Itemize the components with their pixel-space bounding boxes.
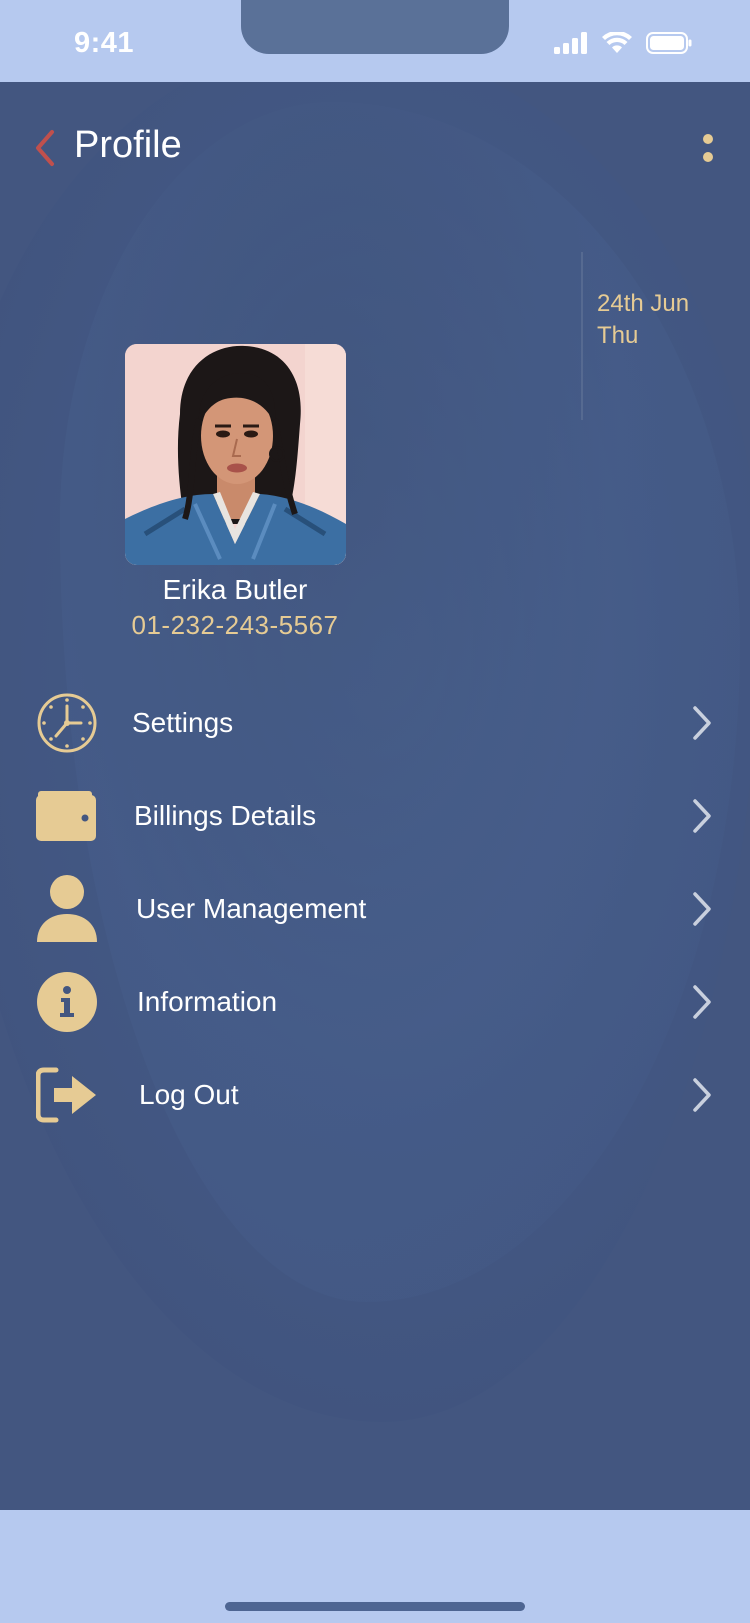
- more-options-icon[interactable]: [696, 130, 720, 166]
- menu-label: Log Out: [139, 1078, 239, 1110]
- logout-icon: [36, 1064, 98, 1126]
- chevron-right-icon: [693, 798, 711, 833]
- user-name: Erika Butler: [162, 574, 308, 605]
- status-icons: [554, 32, 692, 54]
- chevron-right-icon: [693, 891, 711, 926]
- clock-icon: [36, 692, 98, 754]
- menu-item-settings[interactable]: Settings: [0, 676, 750, 769]
- wallet-icon: [36, 785, 98, 847]
- info-icon: [36, 971, 98, 1033]
- menu-label: Billings Details: [134, 799, 317, 831]
- avatar[interactable]: [125, 344, 346, 565]
- wifi-icon: [602, 32, 632, 53]
- chevron-right-icon: [693, 1077, 711, 1112]
- date-day: 24th Jun: [597, 290, 690, 317]
- page-title: Profile: [74, 124, 182, 166]
- home-indicator[interactable]: [225, 1602, 525, 1611]
- app-screen: Profile 24th Jun Thu Erika Butler 01-232…: [0, 82, 750, 1510]
- signal-icon: [554, 32, 587, 54]
- menu-label: Settings: [132, 706, 234, 738]
- menu-label: User Management: [136, 892, 367, 924]
- user-icon: [36, 874, 98, 942]
- date-display: 24th Jun Thu: [581, 252, 689, 420]
- menu-item-user-management[interactable]: User Management: [0, 862, 750, 955]
- back-arrow-icon[interactable]: [30, 126, 60, 170]
- menu-item-billing[interactable]: Billings Details: [0, 769, 750, 862]
- user-phone: 01-232-243-5567: [131, 610, 339, 640]
- chevron-right-icon: [693, 705, 711, 740]
- notch: [241, 0, 509, 54]
- menu-item-information[interactable]: Information: [0, 955, 750, 1048]
- chevron-right-icon: [693, 984, 711, 1019]
- avatar-photo: [125, 344, 346, 565]
- profile-menu: Settings Billings Details User Managemen…: [0, 676, 750, 1141]
- menu-label: Information: [137, 985, 278, 1017]
- status-bar: 9:41: [0, 0, 750, 82]
- battery-icon: [646, 32, 692, 54]
- date-weekday: Thu: [597, 322, 639, 349]
- header: Profile: [0, 82, 750, 212]
- status-time: 9:41: [74, 27, 135, 59]
- bottom-bar: [0, 1510, 750, 1623]
- menu-item-log-out[interactable]: Log Out: [0, 1048, 750, 1141]
